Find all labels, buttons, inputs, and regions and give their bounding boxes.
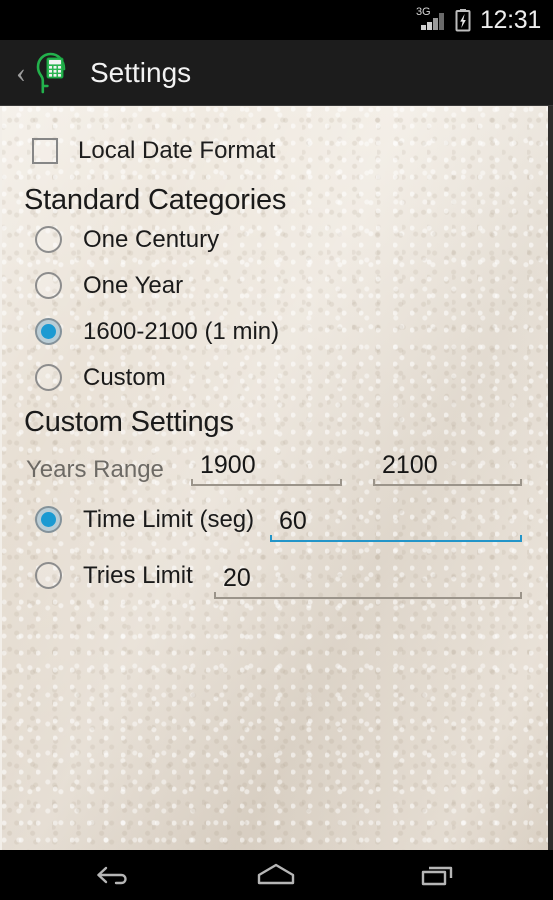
years-range-label: Years Range xyxy=(26,456,164,483)
navigation-bar xyxy=(0,850,553,900)
settings-content: Local Date Format Standard Categories On… xyxy=(0,106,553,850)
years-range-to-value: 2100 xyxy=(382,451,438,479)
signal-bars-icon: 3G xyxy=(415,6,446,32)
radio-time-limit[interactable] xyxy=(35,506,62,533)
back-chevron-icon[interactable]: ‹ xyxy=(8,57,34,88)
radio-1600-2100[interactable] xyxy=(35,318,62,345)
years-range-from-field[interactable]: 1900 xyxy=(191,446,342,486)
years-range-from-underline xyxy=(191,479,342,486)
years-range-to-field[interactable]: 2100 xyxy=(373,446,522,486)
radio-label-custom: Custom xyxy=(83,364,166,391)
tries-limit-field[interactable]: 20 xyxy=(214,555,522,599)
standard-categories-heading: Standard Categories xyxy=(24,184,287,216)
local-date-format-row[interactable]: Local Date Format xyxy=(32,138,275,164)
android-screen: 3G 12:31 ‹ Settings Local Date Format St… xyxy=(0,0,553,900)
radio-custom[interactable] xyxy=(35,364,62,391)
tries-limit-value: 20 xyxy=(223,564,251,592)
network-type-label: 3G xyxy=(415,6,431,18)
page-title: Settings xyxy=(90,56,192,88)
tries-limit-row[interactable]: Tries Limit xyxy=(35,562,193,589)
radio-one-year[interactable] xyxy=(35,272,62,299)
action-bar: ‹ Settings xyxy=(0,40,553,106)
time-limit-value: 60 xyxy=(279,507,307,535)
status-bar-icons: 3G 12:31 xyxy=(415,5,541,34)
time-limit-row[interactable]: Time Limit (seg) xyxy=(35,506,254,533)
tries-limit-underline xyxy=(214,592,522,599)
radio-tries-limit[interactable] xyxy=(35,562,62,589)
years-range-from-value: 1900 xyxy=(200,451,256,479)
radio-row-one-century[interactable]: One Century xyxy=(35,226,219,253)
nav-back-icon[interactable] xyxy=(79,854,151,896)
tries-limit-label: Tries Limit xyxy=(83,562,193,589)
custom-settings-heading: Custom Settings xyxy=(24,406,234,438)
time-limit-underline xyxy=(270,535,522,542)
radio-row-one-year[interactable]: One Year xyxy=(35,272,183,299)
time-limit-label: Time Limit (seg) xyxy=(83,506,255,533)
radio-label-1600-2100: 1600-2100 (1 min) xyxy=(83,318,280,345)
radio-label-one-year: One Year xyxy=(83,272,184,299)
radio-row-custom[interactable]: Custom xyxy=(35,364,166,391)
local-date-format-checkbox[interactable] xyxy=(32,138,58,164)
radio-row-1600-2100[interactable]: 1600-2100 (1 min) xyxy=(35,318,279,345)
status-bar: 3G 12:31 xyxy=(0,0,553,40)
radio-label-one-century: One Century xyxy=(83,226,220,253)
brain-calculator-icon[interactable] xyxy=(34,51,74,95)
nav-home-icon[interactable] xyxy=(240,854,312,896)
time-limit-field[interactable]: 60 xyxy=(270,498,522,542)
local-date-format-label: Local Date Format xyxy=(78,137,276,164)
status-bar-clock: 12:31 xyxy=(479,5,541,34)
radio-one-century[interactable] xyxy=(35,226,62,253)
battery-charging-icon xyxy=(455,8,471,32)
nav-recents-icon[interactable] xyxy=(402,854,474,896)
years-range-to-underline xyxy=(373,479,522,486)
